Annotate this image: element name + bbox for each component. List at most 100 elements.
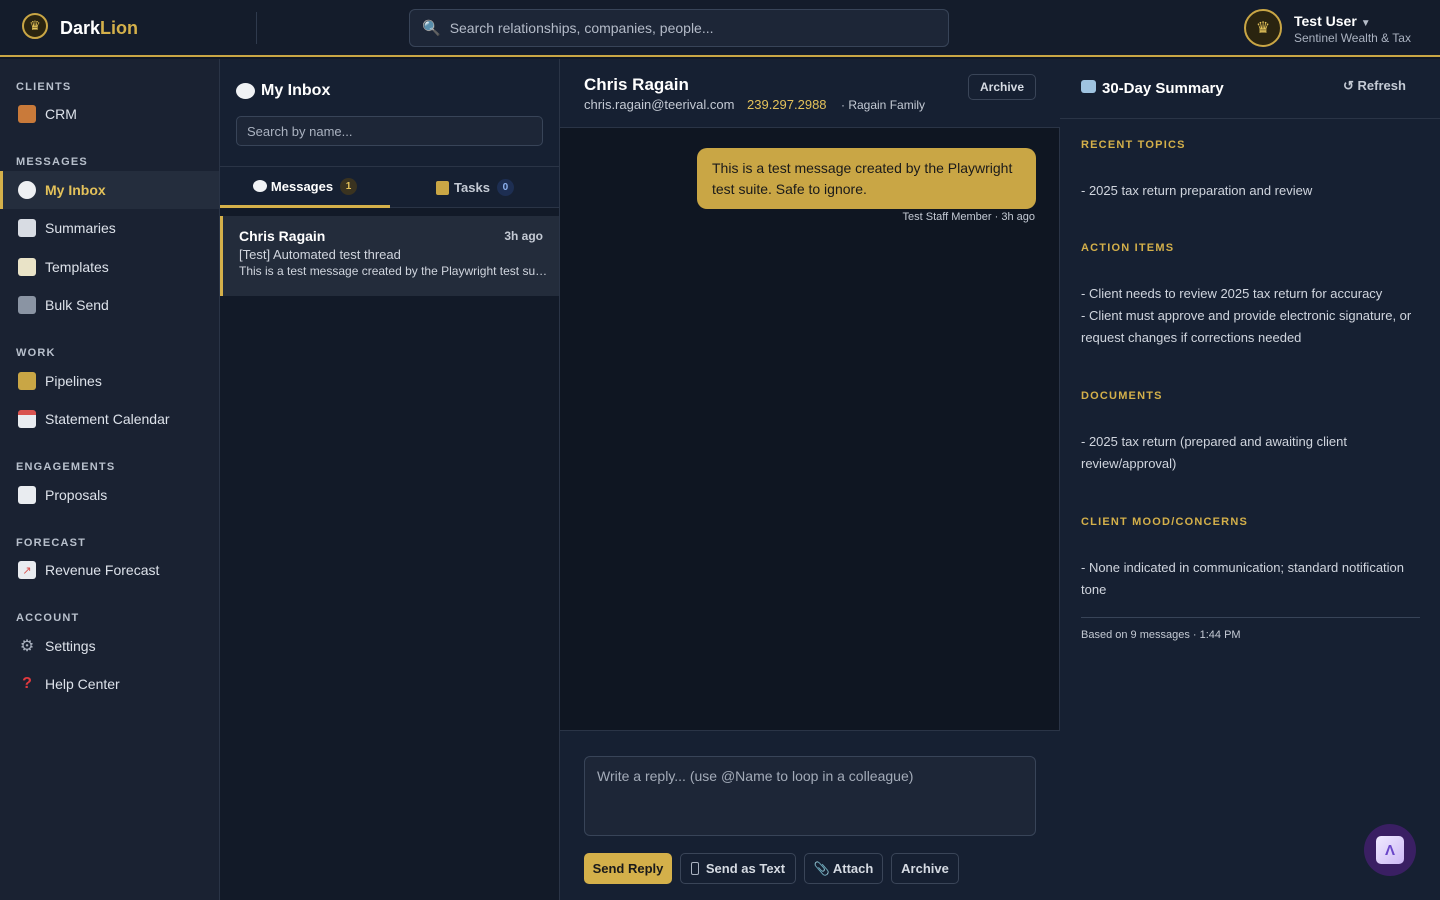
- documents-text: - 2025 tax return (prepared and awaiting…: [1081, 434, 1347, 471]
- robot-icon: [1081, 80, 1096, 93]
- user-menu[interactable]: Test User ▼: [1294, 13, 1371, 29]
- thread-preview: This is a test message created by the Pl…: [239, 264, 549, 278]
- brand-accent: Lion: [100, 18, 139, 38]
- section-engagements: ENGAGEMENTS: [16, 461, 116, 473]
- sidebar-item-label: Templates: [45, 259, 109, 275]
- search-icon: 🔍: [422, 20, 441, 37]
- assistant-icon: Λ: [1376, 836, 1404, 864]
- sidebar-item-label: My Inbox: [45, 182, 106, 198]
- chevron-down-icon: ▼: [1360, 18, 1371, 29]
- notepad-icon: [18, 219, 36, 237]
- paperclip-icon: 📎: [813, 860, 830, 876]
- contact-name[interactable]: Chris Ragain: [584, 75, 689, 95]
- button-label: Send as Text: [705, 861, 786, 876]
- assistant-launcher-button[interactable]: Λ: [1364, 824, 1416, 876]
- conversation-header: Chris Ragain chris.ragain@teerival.com 2…: [560, 59, 1060, 128]
- section-account: ACCOUNT: [16, 612, 80, 624]
- sidebar: CLIENTS CRM MESSAGES My Inbox Summaries …: [0, 59, 220, 900]
- summary-divider: [1081, 617, 1420, 618]
- sidebar-item-label: CRM: [45, 106, 77, 122]
- sidebar-item-label: Proposals: [45, 487, 108, 503]
- archive-button[interactable]: Archive: [891, 853, 959, 884]
- sidebar-item-proposals[interactable]: Proposals: [0, 476, 219, 514]
- gear-icon: ⚙: [19, 638, 35, 655]
- chart-increasing-icon: ↗: [18, 561, 36, 579]
- inbox-search-input[interactable]: [236, 116, 543, 146]
- lion-logo-icon[interactable]: ♛: [22, 13, 48, 39]
- inbox-title: My Inbox: [236, 82, 330, 100]
- sidebar-item-crm[interactable]: CRM: [0, 95, 219, 133]
- action-item: - Client needs to review 2025 tax return…: [1081, 286, 1383, 301]
- button-label: Attach: [832, 861, 874, 876]
- summary-footer: Based on 9 messages · 1:44 PM: [1081, 629, 1241, 641]
- global-search-input[interactable]: [449, 20, 930, 36]
- user-avatar[interactable]: ♛: [1244, 9, 1282, 47]
- thread-item[interactable]: Chris Ragain 3h ago [Test] Automated tes…: [220, 216, 559, 296]
- sidebar-item-revenue-forecast[interactable]: ↗ Revenue Forecast: [0, 551, 219, 589]
- sidebar-item-label: Bulk Send: [45, 297, 109, 313]
- inbox-title-text: My Inbox: [261, 82, 331, 99]
- send-as-text-button[interactable]: Send as Text: [680, 853, 796, 884]
- summary-panel: 30-Day Summary ↺ Refresh RECENT TOPICS -…: [1060, 59, 1440, 900]
- sidebar-item-label: Summaries: [45, 220, 116, 236]
- client-mood-text: - None indicated in communication; stand…: [1081, 560, 1405, 597]
- megaphone-icon: [18, 296, 36, 314]
- thread-subject: [Test] Automated test thread: [239, 247, 401, 262]
- summary-title-text: 30-Day Summary: [1102, 80, 1224, 97]
- thread-sender: Chris Ragain: [239, 228, 326, 244]
- sidebar-item-label: Revenue Forecast: [45, 562, 160, 578]
- sidebar-item-my-inbox[interactable]: My Inbox: [0, 171, 219, 209]
- user-name: Test User: [1294, 13, 1357, 29]
- calendar-icon: [18, 410, 36, 428]
- tab-label: Messages: [270, 178, 334, 194]
- summary-header: 30-Day Summary ↺ Refresh: [1060, 59, 1440, 119]
- sidebar-item-help-center[interactable]: ? Help Center: [0, 665, 219, 703]
- sidebar-item-summaries[interactable]: Summaries: [0, 209, 219, 247]
- message-meta: Test Staff Member · 3h ago: [902, 211, 1035, 223]
- tab-label: Tasks: [454, 180, 490, 195]
- sidebar-item-label: Statement Calendar: [45, 411, 170, 427]
- sidebar-item-statement-calendar[interactable]: Statement Calendar: [0, 400, 219, 438]
- tab-messages[interactable]: Messages 1: [220, 167, 390, 208]
- tasks-count-badge: 0: [496, 179, 514, 196]
- document-icon: [18, 486, 36, 504]
- thread-time: 3h ago: [504, 229, 543, 243]
- section-work: WORK: [16, 347, 56, 359]
- sidebar-item-bulk-send[interactable]: Bulk Send: [0, 286, 219, 324]
- refresh-button[interactable]: ↺ Refresh: [1343, 78, 1406, 94]
- clipboard-icon: [436, 180, 450, 195]
- brand-name[interactable]: DarkLion: [60, 18, 138, 39]
- tab-tasks[interactable]: Tasks 0: [390, 167, 560, 208]
- memo-icon: [18, 258, 36, 276]
- sidebar-item-label: Settings: [45, 638, 96, 654]
- mobile-phone-icon: [690, 862, 699, 875]
- chat-bubble-icon: [252, 180, 267, 192]
- message-bubble: This is a test message created by the Pl…: [697, 148, 1036, 209]
- user-org: Sentinel Wealth & Tax: [1294, 31, 1411, 45]
- documents-heading: DOCUMENTS: [1081, 390, 1163, 402]
- section-forecast: FORECAST: [16, 537, 87, 549]
- refresh-icon: ↺: [1343, 78, 1354, 93]
- send-reply-button[interactable]: Send Reply: [584, 853, 672, 884]
- archive-button[interactable]: Archive: [968, 74, 1036, 100]
- chat-bubble-icon: [18, 181, 36, 199]
- sidebar-item-pipelines[interactable]: Pipelines: [0, 362, 219, 400]
- sidebar-item-templates[interactable]: Templates: [0, 248, 219, 286]
- action-items-heading: ACTION ITEMS: [1081, 242, 1175, 254]
- global-search[interactable]: 🔍: [409, 9, 949, 47]
- top-bar: ♛ DarkLion 🔍 ♛ Test User▼ Sentinel Wealt…: [0, 0, 1440, 57]
- contact-family: · Ragain Family: [841, 98, 926, 112]
- sidebar-item-label: Pipelines: [45, 373, 102, 389]
- header-divider: [256, 12, 257, 44]
- section-messages: MESSAGES: [16, 156, 88, 168]
- chat-bubble-icon: [236, 83, 255, 99]
- messages-count-badge: 1: [340, 177, 358, 195]
- reply-input[interactable]: [584, 756, 1036, 836]
- sidebar-item-settings[interactable]: ⚙ Settings: [0, 627, 219, 665]
- contact-phone[interactable]: 239.297.2988: [747, 97, 827, 112]
- attach-button[interactable]: 📎 Attach: [804, 853, 883, 884]
- summary-title: 30-Day Summary: [1081, 80, 1224, 97]
- contact-email[interactable]: chris.ragain@teerival.com: [584, 97, 734, 112]
- sidebar-item-label: Help Center: [45, 676, 120, 692]
- inbox-tabs: Messages 1 Tasks 0: [220, 167, 559, 208]
